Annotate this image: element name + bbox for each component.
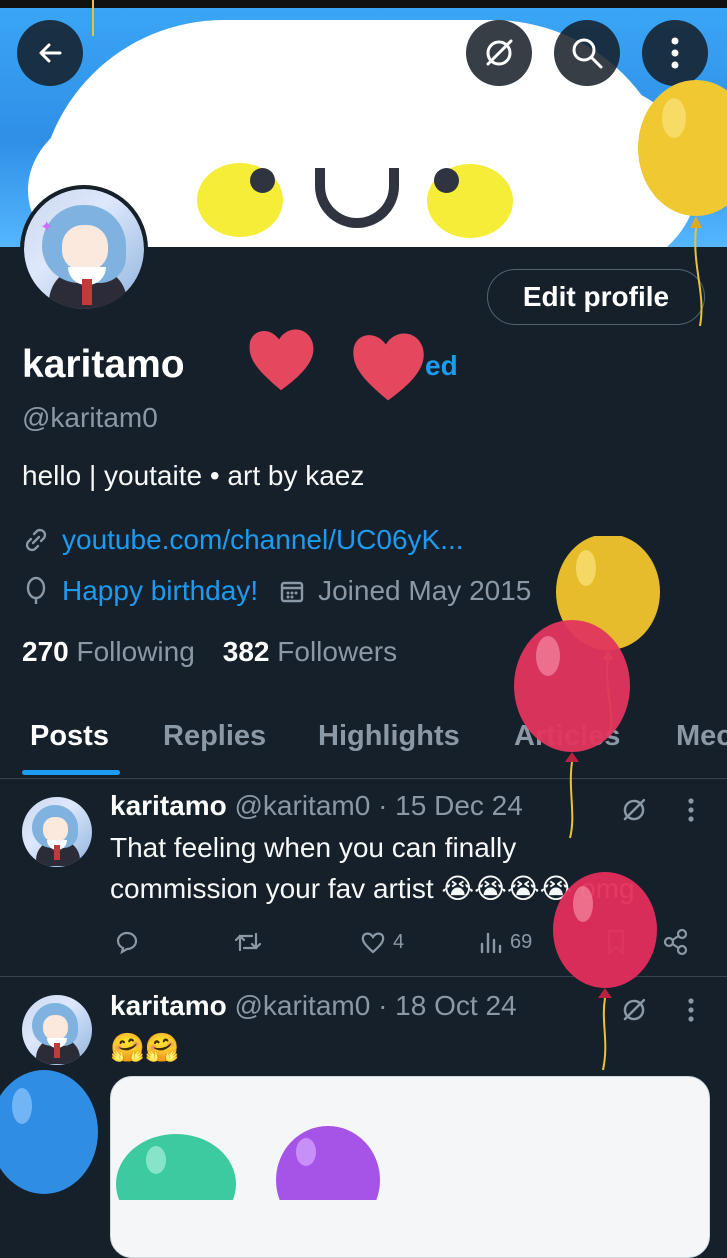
more-button[interactable]: [642, 20, 708, 86]
balloon-icon: [514, 620, 630, 839]
arrow-left-icon: [39, 43, 62, 63]
banner-eye-left: [250, 168, 275, 193]
profile-handle: @karitam0: [22, 402, 158, 433]
post-avatar[interactable]: [22, 797, 92, 867]
grok-button[interactable]: [466, 20, 532, 86]
post-more-icon[interactable]: [686, 797, 696, 823]
views-button[interactable]: 69: [478, 928, 532, 956]
avatar-ribbon: [54, 845, 60, 860]
like-count: 4: [393, 930, 405, 953]
sparkle-icon: ✦: [40, 219, 54, 236]
profile-avatar[interactable]: ✦: [20, 185, 148, 313]
post-header: karitamo @karitam0 · 15 Dec 24: [110, 790, 523, 822]
avatar-image: ✦: [24, 189, 144, 309]
balloon-icon: [638, 80, 727, 327]
profile-name: karitamo: [22, 343, 185, 386]
followers-count: 382: [222, 636, 270, 667]
following-link[interactable]: 270 Following: [22, 636, 195, 668]
post-handle[interactable]: @karitam0: [235, 990, 371, 1021]
search-button[interactable]: [554, 20, 620, 86]
tab-media[interactable]: Mec: [676, 720, 727, 753]
tab-posts[interactable]: Posts: [30, 720, 109, 753]
views-icon: [480, 932, 502, 954]
calendar-icon: [280, 581, 304, 603]
link-icon: [25, 528, 47, 552]
avatar-ribbon: [82, 279, 92, 305]
following-label: Following: [76, 636, 195, 667]
status-bar-strip: [0, 0, 727, 8]
followers-label: Followers: [277, 636, 398, 667]
repost-icon: [234, 932, 262, 952]
follow-stats: 270 Following 382 Followers: [22, 636, 397, 668]
back-button[interactable]: [17, 20, 83, 86]
profile-meta-row: Happy birthday! Joined May 2015: [22, 575, 531, 607]
tab-highlights[interactable]: Highlights: [318, 720, 460, 753]
avatar-face: [43, 1015, 68, 1040]
active-tab-indicator: [22, 770, 120, 775]
like-button[interactable]: 4: [359, 928, 404, 956]
grok-icon: [486, 39, 513, 66]
post-header: karitamo @karitam0 · 18 Oct 24: [110, 990, 517, 1022]
search-icon: [572, 38, 603, 69]
avatar-ribbon: [54, 1043, 60, 1058]
birthday-link[interactable]: Happy birthday!: [62, 575, 258, 607]
followers-link[interactable]: 382 Followers: [223, 636, 397, 668]
balloon-icon: [276, 1126, 380, 1200]
profile-website[interactable]: youtube.com/channel/UC06yK...: [22, 524, 464, 556]
balloon-icon: [116, 1134, 236, 1200]
post-date[interactable]: · 15 Dec 24: [378, 790, 523, 821]
balloon-icon: [553, 872, 657, 1071]
heart-icon: [361, 932, 385, 954]
avatar-face: [43, 817, 68, 842]
tab-replies[interactable]: Replies: [163, 720, 266, 753]
post-author[interactable]: karitamo: [110, 790, 227, 821]
post-date[interactable]: · 18 Oct 24: [378, 990, 517, 1021]
reply-icon: [116, 931, 138, 955]
share-icon: [663, 928, 688, 956]
following-count: 270: [22, 636, 69, 667]
balloon-string: [92, 0, 94, 36]
post-author[interactable]: karitamo: [110, 990, 227, 1021]
share-button[interactable]: [662, 928, 690, 956]
heart-sticker-icon: [249, 329, 314, 391]
view-count: 69: [510, 930, 533, 953]
joined-date: Joined May 2015: [318, 575, 532, 606]
repost-button[interactable]: [232, 928, 264, 956]
more-vertical-icon: [671, 37, 679, 69]
avatar-face: [62, 225, 108, 271]
post-avatar[interactable]: [22, 995, 92, 1065]
heart-sticker-icon: [353, 333, 424, 401]
profile-bio: hello | youtaite • art by kaez: [22, 460, 365, 491]
website-link[interactable]: youtube.com/channel/UC06yK...: [62, 524, 464, 556]
balloon-icon: [0, 1070, 98, 1194]
reply-button[interactable]: [113, 928, 141, 956]
post-handle[interactable]: @karitam0: [235, 790, 371, 821]
banner-eye-right: [434, 168, 459, 193]
post-more-icon[interactable]: [686, 997, 696, 1023]
balloon-icon: [26, 576, 46, 604]
